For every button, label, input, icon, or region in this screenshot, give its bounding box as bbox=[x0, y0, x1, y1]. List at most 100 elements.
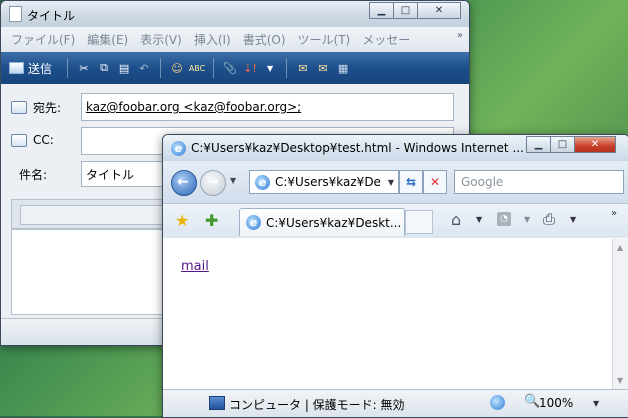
forward-button[interactable]: → bbox=[200, 170, 226, 196]
stop-button[interactable]: ✕ bbox=[423, 170, 447, 194]
check-names-icon[interactable]: ☺ bbox=[170, 61, 184, 75]
search-box[interactable]: Google bbox=[454, 170, 624, 194]
mail-menubar: ファイル(F) 編集(E) 表示(V) 挿入(I) 書式(O) ツール(T) メ… bbox=[1, 27, 469, 52]
print-icon[interactable]: ⎙ bbox=[543, 210, 555, 228]
mail-link[interactable]: mail bbox=[181, 259, 209, 274]
minimize-icon: ▁ bbox=[377, 5, 386, 16]
back-button[interactable]: ← bbox=[171, 170, 197, 196]
subject-row: 件名: bbox=[19, 166, 47, 183]
refresh-button[interactable]: ⇆ bbox=[399, 170, 423, 194]
font-dropdown[interactable] bbox=[20, 205, 172, 225]
address-bar[interactable]: e C:¥Users¥kaz¥De ▼ bbox=[249, 170, 399, 194]
feeds-icon[interactable]: ◔ bbox=[497, 212, 511, 226]
menu-insert[interactable]: 挿入(I) bbox=[194, 31, 231, 48]
close-button[interactable]: ✕ bbox=[417, 2, 461, 19]
ie-logo-icon: e bbox=[171, 141, 186, 156]
zoom-level[interactable]: 100% bbox=[539, 396, 573, 410]
menu-message[interactable]: メッセー bbox=[362, 31, 410, 48]
search-placeholder: Google bbox=[461, 175, 504, 189]
minimize-icon: ▁ bbox=[534, 139, 543, 150]
copy-icon[interactable]: ⧉ bbox=[97, 61, 111, 75]
zoom-magnifier-icon[interactable]: 🔍 bbox=[524, 394, 540, 409]
address-dropdown-icon[interactable]: ▼ bbox=[388, 178, 394, 187]
ie-titlebar[interactable]: e C:¥Users¥kaz¥Desktop¥test.html - Windo… bbox=[163, 135, 628, 161]
stop-icon: ✕ bbox=[429, 175, 441, 189]
back-arrow-icon: ← bbox=[177, 174, 189, 190]
forward-arrow-icon: → bbox=[207, 174, 219, 190]
ie-browser-window: e C:¥Users¥kaz¥Desktop¥test.html - Windo… bbox=[162, 134, 628, 418]
maximize-button[interactable]: □ bbox=[393, 2, 418, 19]
mail-window-title: タイトル bbox=[27, 9, 76, 23]
computer-zone-icon bbox=[209, 396, 225, 410]
close-icon: ✕ bbox=[434, 5, 444, 16]
mail-titlebar[interactable]: タイトル ▁ □ ✕ bbox=[1, 1, 469, 27]
ie-close-button[interactable]: ✕ bbox=[574, 136, 616, 153]
print-dropdown-icon[interactable]: ▼ bbox=[570, 215, 576, 224]
send-icon bbox=[9, 62, 24, 74]
home-icon[interactable]: ⌂ bbox=[451, 210, 461, 229]
ie-caption-buttons: ▁ □ ✕ bbox=[526, 136, 616, 153]
send-button[interactable]: 送信 bbox=[9, 60, 58, 77]
priority-dropdown-icon[interactable]: ▼ bbox=[263, 61, 277, 75]
refresh-icon: ⇆ bbox=[405, 175, 417, 189]
address-value: C:¥Users¥kaz¥De bbox=[275, 175, 381, 189]
add-favorites-icon[interactable]: ✚ bbox=[205, 211, 218, 230]
tab-current[interactable]: e C:¥Users¥kaz¥Deskt... bbox=[239, 208, 405, 236]
undo-icon[interactable]: ↶ bbox=[137, 61, 151, 75]
mail-caption-buttons: ▁ □ ✕ bbox=[369, 2, 461, 19]
zoom-dropdown-icon[interactable]: ▼ bbox=[593, 399, 599, 408]
cut-icon[interactable]: ✂ bbox=[77, 61, 91, 75]
page-icon: e bbox=[255, 174, 270, 190]
feeds-dropdown-icon[interactable]: ▼ bbox=[524, 215, 530, 224]
ie-maximize-button[interactable]: □ bbox=[550, 136, 575, 153]
to-value: kaz@foobar.org <kaz@foobar.org>; bbox=[86, 100, 302, 114]
subject-label: 件名: bbox=[19, 168, 48, 182]
to-address-book-icon[interactable] bbox=[11, 101, 27, 114]
mail-toolbar: 送信 ✂ ⧉ ▤ ↶ ☺ ABC 📎 ⇣! ▼ ✉ ✉ ▦ bbox=[1, 52, 469, 84]
menu-overflow-chevron-icon[interactable]: » bbox=[457, 30, 463, 41]
priority-icon[interactable]: ⇣! bbox=[243, 61, 257, 75]
tab-page-icon: e bbox=[246, 215, 261, 230]
to-label: 宛先: bbox=[33, 101, 62, 115]
toolbar-separator bbox=[160, 58, 162, 78]
toolbar-separator bbox=[213, 58, 215, 78]
menu-view[interactable]: 表示(V) bbox=[140, 31, 182, 48]
history-dropdown-icon[interactable]: ▼ bbox=[230, 176, 236, 185]
menu-edit[interactable]: 編集(E) bbox=[87, 31, 128, 48]
sign-icon[interactable]: ✉ bbox=[296, 61, 310, 75]
ie-statusbar: コンピュータ | 保護モード: 無効 🔍 100% ▼ bbox=[163, 389, 628, 417]
minimize-button[interactable]: ▁ bbox=[369, 2, 394, 19]
paste-icon[interactable]: ▤ bbox=[117, 61, 131, 75]
home-dropdown-icon[interactable]: ▼ bbox=[476, 215, 482, 224]
spelling-icon[interactable]: ABC bbox=[189, 61, 205, 75]
toolbar-overflow-chevron-icon[interactable]: » bbox=[611, 208, 617, 219]
ie-window-title: C:¥Users¥kaz¥Desktop¥test.html - Windows… bbox=[191, 141, 524, 155]
offline-icon[interactable]: ▦ bbox=[336, 61, 350, 75]
new-tab-button[interactable] bbox=[405, 210, 433, 234]
encrypt-icon[interactable]: ✉ bbox=[316, 61, 330, 75]
ie-tab-row: ★ ✚ e C:¥Users¥kaz¥Deskt... ⌂ ▼ ◔ ▼ ⎙ ▼ … bbox=[163, 203, 628, 238]
cc-label: CC: bbox=[33, 133, 54, 147]
vertical-scrollbar[interactable]: ▲ ▼ bbox=[612, 239, 628, 389]
menu-file[interactable]: ファイル(F) bbox=[11, 31, 75, 48]
scroll-down-icon[interactable]: ▼ bbox=[617, 376, 623, 385]
attach-icon[interactable]: 📎 bbox=[223, 61, 237, 75]
send-label: 送信 bbox=[28, 61, 53, 76]
document-icon bbox=[9, 6, 22, 22]
menu-tools[interactable]: ツール(T) bbox=[298, 31, 351, 48]
globe-icon[interactable] bbox=[490, 395, 505, 410]
ie-minimize-button[interactable]: ▁ bbox=[526, 136, 551, 153]
to-field[interactable]: kaz@foobar.org <kaz@foobar.org>; bbox=[81, 93, 454, 121]
scroll-up-icon[interactable]: ▲ bbox=[617, 243, 623, 252]
favorites-star-icon[interactable]: ★ bbox=[175, 211, 189, 230]
ie-navigation-bar: ← → ▼ e C:¥Users¥kaz¥De ▼ ⇆ ✕ Google bbox=[163, 161, 628, 203]
menu-format[interactable]: 書式(O) bbox=[243, 31, 286, 48]
cc-address-book-icon[interactable] bbox=[11, 133, 27, 147]
page-content: mail bbox=[163, 239, 613, 389]
maximize-icon: □ bbox=[557, 139, 568, 150]
toolbar-separator bbox=[286, 58, 288, 78]
maximize-icon: □ bbox=[400, 5, 411, 16]
tab-label: C:¥Users¥kaz¥Deskt... bbox=[266, 215, 402, 230]
security-zone-text: コンピュータ | 保護モード: 無効 bbox=[229, 398, 405, 412]
to-row: 宛先: bbox=[11, 99, 61, 116]
